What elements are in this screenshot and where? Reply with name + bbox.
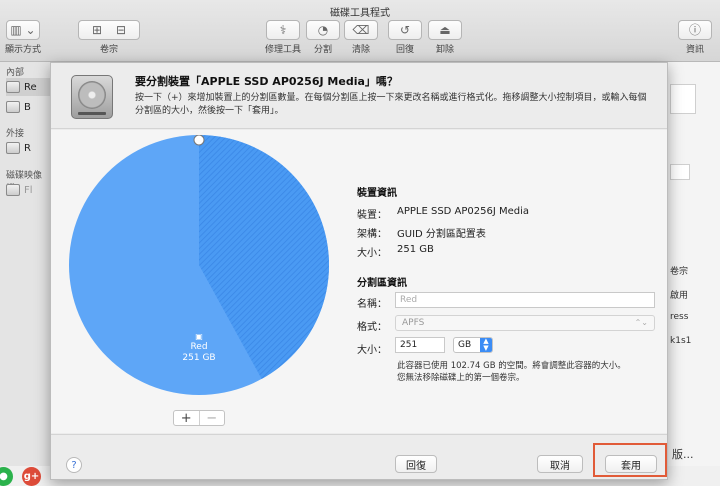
sidebar-item-label: R: [24, 142, 31, 154]
unmount-button[interactable]: ⏏: [428, 20, 462, 40]
volume-badge-icon: ▣: [195, 332, 203, 341]
restore-arrow-icon: ↺: [399, 23, 411, 37]
background-text: ress: [670, 312, 689, 322]
partition-size-field[interactable]: 251: [395, 337, 445, 353]
apply-button[interactable]: 套用: [605, 455, 657, 473]
dialog-description: 按一下（+）來增加裝置上的分割區數量。在每個分割區上按一下來更改名稱或進行格式化…: [135, 93, 647, 116]
background-text: 卷宗: [670, 267, 689, 277]
sidebar-item-label: Fl: [24, 184, 33, 196]
add-volume-icon: ⊞: [91, 23, 102, 37]
resize-handle[interactable]: [193, 134, 205, 146]
google-plus-icon[interactable]: g+: [22, 467, 41, 486]
info-label: 資訊: [685, 45, 704, 55]
cancel-button[interactable]: 取消: [537, 455, 583, 473]
revert-button[interactable]: 回復: [395, 455, 437, 473]
sidebar-item-volume[interactable]: B: [6, 98, 50, 116]
partition-dialog: 要分割裝置「APPLE SSD AP0256J Media」嗎？ 按一下（+）來…: [50, 62, 668, 480]
background-box: [670, 164, 690, 180]
volume-button-group[interactable]: ⊞ ⊟: [78, 20, 140, 40]
erase-label: 清除: [351, 45, 370, 55]
device-info-heading: 裝置資訊: [357, 188, 397, 199]
info-icon: ⓘ: [688, 23, 701, 37]
device-value: APPLE SSD AP0256J Media: [397, 206, 530, 217]
volume-icon: [6, 101, 20, 113]
internal-disk-icon: [6, 81, 20, 93]
partition-pie[interactable]: ▣ Red 251 GB: [69, 134, 330, 395]
partition-button[interactable]: ◔: [306, 20, 340, 40]
partition-name-field[interactable]: Red: [395, 292, 655, 308]
dialog-title: 要分割裝置「APPLE SSD AP0256J Media」嗎？: [135, 75, 398, 88]
add-partition-button[interactable]: +: [174, 411, 199, 425]
scheme-value: GUID 分割區配置表: [397, 229, 486, 240]
eraser-icon: ⌫: [352, 23, 370, 37]
size-unit-select[interactable]: GB ▲ ▼: [453, 337, 493, 353]
sidebar-view-icon: ▥ ⌄: [10, 23, 36, 37]
partition-info-heading: 分割區資訊: [357, 278, 407, 289]
note-first-volume: 您無法移除磁碟上的第一個卷宗。: [397, 373, 525, 383]
sidebar-item-label: Re: [24, 81, 37, 93]
device-label: 裝置：: [357, 210, 387, 221]
sidebar-item-image[interactable]: Fl: [6, 181, 50, 199]
disk-image-icon: [6, 184, 20, 196]
hard-drive-icon: [71, 75, 113, 119]
restore-button[interactable]: ↺: [388, 20, 422, 40]
sidebar-item-disk[interactable]: Re: [6, 78, 50, 96]
format-select[interactable]: APFS ⌃⌄: [395, 315, 655, 331]
dialog-footer: ? 回復 取消 套用: [51, 434, 667, 479]
sidebar: 內部 Re B 外接 R 磁碟映像檔 Fl: [0, 62, 50, 486]
restore-label: 回復: [395, 45, 414, 55]
background-box: [670, 84, 696, 114]
pie-chart-icon: ◔: [317, 23, 329, 37]
remove-partition-button[interactable]: −: [198, 411, 225, 425]
partition-name: Red: [190, 342, 208, 352]
note-used-space: 此容器已使用 102.74 GB 的空間。將會調整此容器的大小。: [397, 361, 626, 371]
partition-size: 251 GB: [182, 353, 216, 363]
device-size-label: 大小：: [357, 248, 387, 259]
background-detail-panel: 卷宗 啟用 ress k1s1 版...: [668, 62, 720, 486]
partition-pie-label: ▣ Red 251 GB: [173, 331, 225, 364]
stethoscope-icon: ⚕: [279, 23, 287, 37]
eject-icon: ⏏: [439, 23, 451, 37]
unmount-label: 卸除: [435, 45, 454, 55]
device-size-value: 251 GB: [397, 244, 434, 255]
add-remove-partition-control: + −: [173, 410, 225, 426]
stepper-arrows-icon: ▲ ▼: [480, 338, 492, 352]
sidebar-item-label: B: [24, 101, 31, 113]
external-disk-icon: [6, 142, 20, 154]
sidebar-item-external[interactable]: R: [6, 139, 50, 157]
external-heading: 外接: [6, 129, 25, 139]
remove-volume-icon: ⊟: [116, 23, 127, 37]
internal-heading: 內部: [6, 68, 25, 78]
first-aid-button[interactable]: ⚕: [266, 20, 300, 40]
partition-label: 分割: [313, 45, 332, 55]
background-text: 版...: [672, 448, 694, 461]
background-text: 啟用: [670, 291, 689, 301]
scheme-label: 架構：: [357, 229, 387, 240]
dialog-header: 要分割裝置「APPLE SSD AP0256J Media」嗎？ 按一下（+）來…: [51, 63, 667, 129]
info-button[interactable]: ⓘ: [678, 20, 712, 40]
partition-size-label: 大小：: [357, 345, 387, 356]
background-text: k1s1: [670, 336, 692, 346]
window-title: 磁碟工具程式: [330, 8, 390, 19]
view-label: 顯示方式: [4, 45, 41, 55]
format-label: 格式：: [357, 322, 387, 333]
format-value: APFS: [402, 318, 425, 328]
erase-button[interactable]: ⌫: [344, 20, 378, 40]
volume-label: 卷宗: [99, 45, 118, 55]
help-button[interactable]: ?: [66, 457, 82, 473]
popup-arrows-icon: ⌃⌄: [634, 318, 648, 327]
toolbar: 磁碟工具程式 ▥ ⌄ 顯示方式 ⊞ ⊟ 卷宗 ⚕ 修理工具 ◔ 分割 ⌫ 清除 …: [0, 0, 720, 62]
view-button[interactable]: ▥ ⌄: [6, 20, 40, 40]
name-label: 名稱：: [357, 299, 387, 310]
size-unit-value: GB: [458, 340, 472, 350]
first-aid-label: 修理工具: [264, 45, 301, 55]
